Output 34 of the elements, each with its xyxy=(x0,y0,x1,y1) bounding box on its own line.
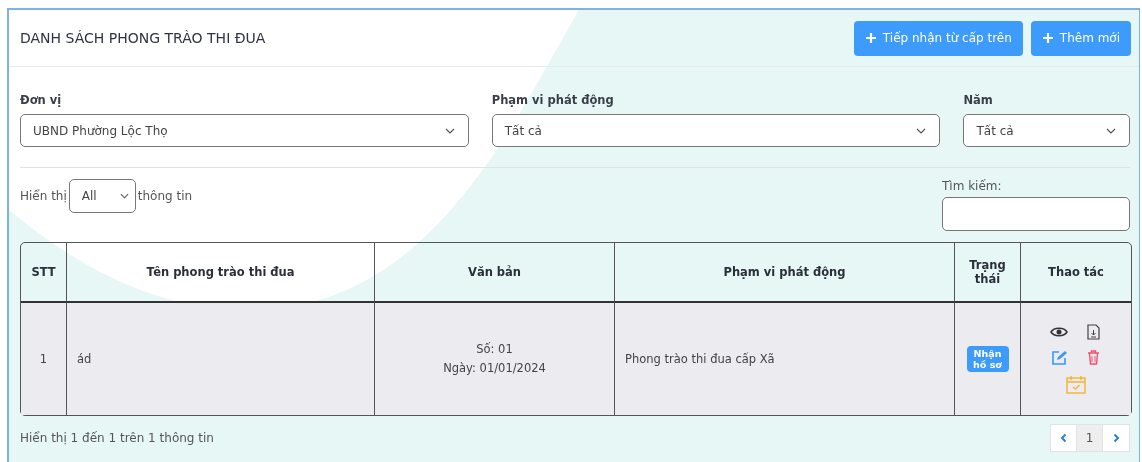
chevron-down-icon xyxy=(916,127,927,134)
page-button[interactable]: 1 xyxy=(1077,425,1103,451)
chevron-left-icon xyxy=(1060,433,1067,443)
status-badge: Nhận hồ sơ xyxy=(966,346,1009,372)
trash-icon[interactable] xyxy=(1086,350,1100,365)
search-label: Tìm kiếm: xyxy=(942,179,1003,193)
plus-icon xyxy=(864,32,877,44)
search-field[interactable] xyxy=(942,197,1130,231)
table-cell: 1 xyxy=(21,303,67,415)
table-cell: ád xyxy=(67,303,375,415)
eye-icon[interactable] xyxy=(1050,326,1068,338)
chevron-down-icon xyxy=(1106,127,1116,134)
filter-select[interactable]: Tất cả xyxy=(963,114,1130,147)
filter-select[interactable]: UBND Phường Lộc Thọ xyxy=(20,114,469,147)
plus-icon xyxy=(1041,32,1054,44)
table-info: Hiển thị 1 đến 1 trên 1 thông tin xyxy=(20,431,214,445)
filter-label: Đơn vị xyxy=(20,93,63,107)
table-cell: Số: 01 Ngày: 01/01/2024 xyxy=(375,303,615,415)
page-title: DANH SÁCH PHONG TRÀO THI ĐUA xyxy=(20,30,266,46)
show-label: Hiển thị xyxy=(20,189,67,203)
table-cell: Phong trào thi đua cấp Xã xyxy=(615,303,955,415)
next-page-button[interactable] xyxy=(1103,425,1129,451)
previous-page-button[interactable] xyxy=(1051,425,1077,451)
filter-label: Năm xyxy=(963,93,994,107)
page-length-select[interactable]: All xyxy=(68,179,136,213)
filter-label: Phạm vi phát động xyxy=(491,93,615,107)
filter-select[interactable]: Tất cả xyxy=(491,114,941,147)
chevron-down-icon xyxy=(444,127,455,134)
calendar-check-icon[interactable] xyxy=(1066,375,1086,394)
edit-icon[interactable] xyxy=(1051,350,1067,365)
file-download-icon[interactable] xyxy=(1086,324,1100,340)
chevron-down-icon xyxy=(119,193,129,199)
entries-label: thông tin xyxy=(137,189,193,203)
chevron-right-icon xyxy=(1112,433,1120,443)
